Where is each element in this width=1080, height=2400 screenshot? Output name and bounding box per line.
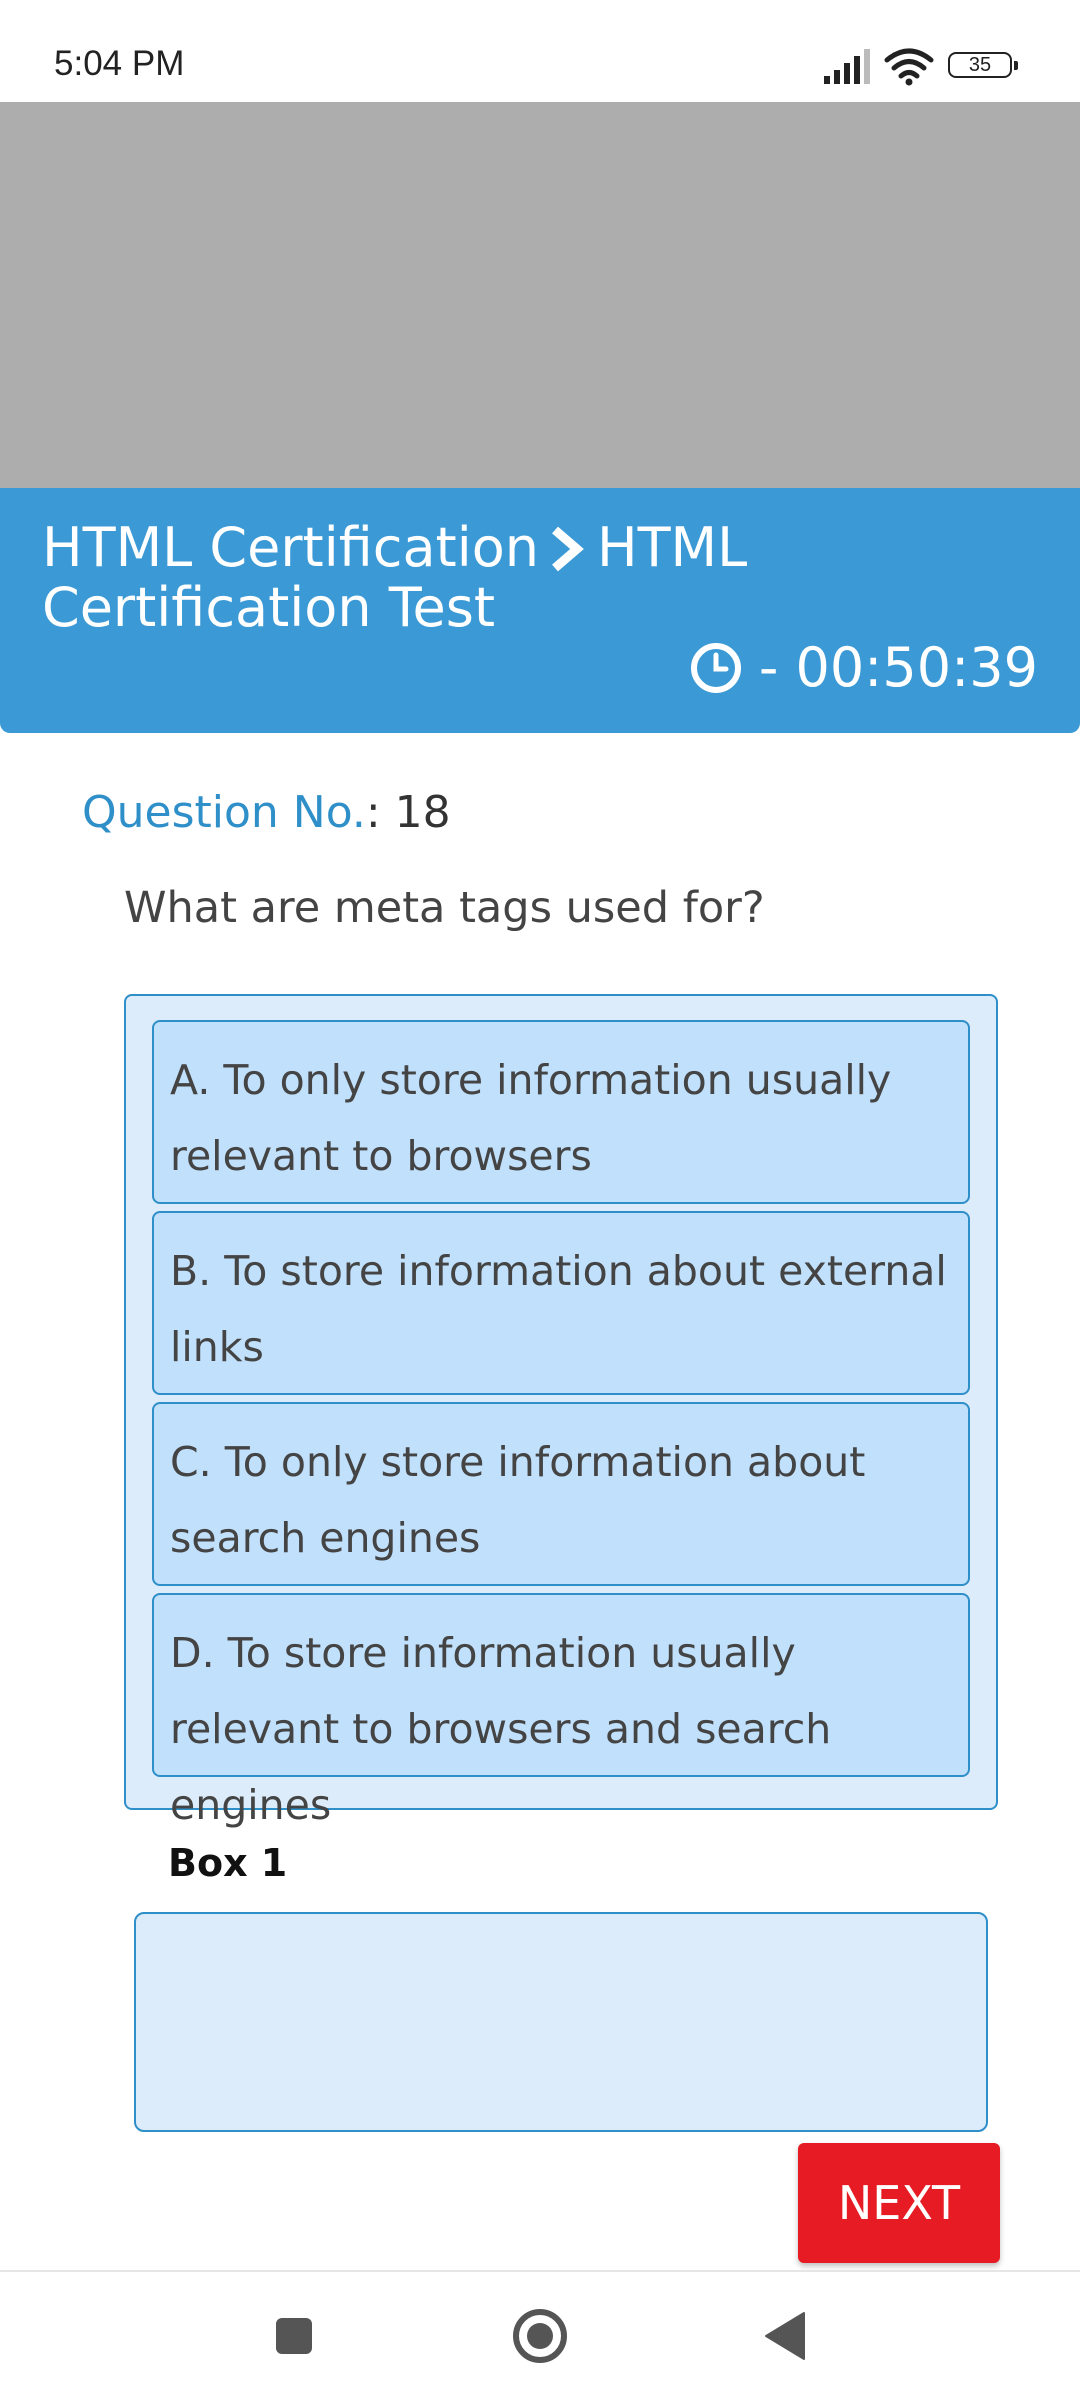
wifi-icon bbox=[884, 48, 934, 86]
question-text: What are meta tags used for? bbox=[124, 883, 765, 933]
option-c[interactable]: C. To only store information about searc… bbox=[152, 1402, 970, 1586]
signal-icon bbox=[824, 49, 870, 84]
option-d[interactable]: D. To store information usually relevant… bbox=[152, 1593, 970, 1829]
question-number-separator: : bbox=[365, 787, 395, 838]
option-b[interactable]: B. To store information about external l… bbox=[152, 1211, 970, 1395]
test-header: HTML Certification HTML Certification Tes… bbox=[0, 488, 1080, 733]
status-bar: 5:04 PM 35 bbox=[0, 0, 1080, 102]
question-number-label: Question No. bbox=[82, 787, 366, 838]
recent-apps-icon[interactable] bbox=[262, 2304, 326, 2368]
battery-icon: 35 bbox=[948, 52, 1018, 78]
home-icon[interactable] bbox=[508, 2304, 572, 2368]
answer-drop-box[interactable] bbox=[134, 1912, 988, 2132]
breadcrumb-parent[interactable]: HTML Certification bbox=[42, 516, 539, 579]
question-number-value: 18 bbox=[394, 787, 451, 838]
breadcrumb: HTML Certification HTML Certification Tes… bbox=[42, 518, 802, 638]
test-timer: - 00:50:39 bbox=[689, 638, 1038, 698]
navigation-bar bbox=[0, 2270, 1080, 2400]
options-panel: A. To only store information usually rel… bbox=[124, 994, 998, 1829]
question-number: Question No.: 18 bbox=[82, 785, 451, 841]
option-a[interactable]: A. To only store information usually rel… bbox=[152, 1020, 970, 1204]
back-icon[interactable] bbox=[754, 2304, 818, 2368]
clock-icon bbox=[690, 643, 741, 693]
chevron-right-icon bbox=[552, 526, 584, 572]
next-button[interactable]: NEXT bbox=[798, 2143, 1000, 2263]
status-icons: 35 bbox=[822, 46, 1022, 86]
answer-box-label: Box 1 bbox=[168, 1841, 288, 1885]
status-time: 5:04 PM bbox=[54, 44, 185, 83]
timer-value: - 00:50:39 bbox=[758, 636, 1038, 699]
ad-placeholder bbox=[0, 102, 1080, 488]
